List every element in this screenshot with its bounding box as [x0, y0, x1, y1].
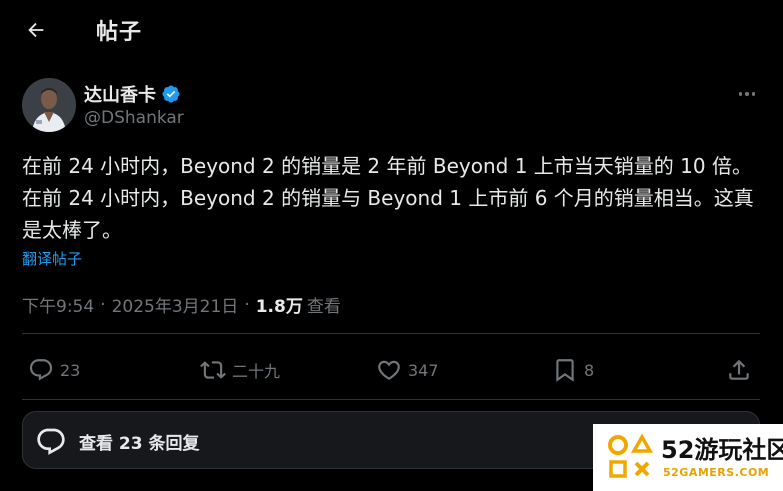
divider: [22, 399, 760, 400]
view-replies-label: 查看 23 条回复: [79, 434, 200, 454]
more-dot-icon: [745, 92, 749, 96]
site-watermark: 52游玩社区 52GAMERS.COM: [593, 424, 783, 491]
views-label: 查看: [306, 297, 341, 317]
author-handle[interactable]: @DShankar: [84, 108, 184, 128]
repost-icon: [200, 361, 226, 379]
watermark-url: 52GAMERS.COM: [663, 466, 770, 479]
translate-post-link[interactable]: 翻译帖子: [22, 248, 82, 269]
avatar[interactable]: [22, 78, 76, 132]
post-meta: 下午9:54 · 2025年3月21日 · 1.8万 查看: [22, 292, 341, 318]
bookmark-button[interactable]: 8: [552, 350, 594, 390]
post-time[interactable]: 下午9:54: [22, 292, 94, 317]
author-name[interactable]: 达山香卡: [84, 81, 181, 107]
arrow-left-icon: [28, 22, 44, 38]
heart-icon: [378, 360, 400, 380]
divider: [22, 333, 760, 334]
more-options-button[interactable]: [732, 84, 762, 104]
bookmark-count: 8: [584, 360, 595, 380]
reply-bubble-icon: [37, 428, 65, 455]
watermark-brand-text: 游玩社区: [694, 436, 783, 464]
top-bar: 帖子: [0, 0, 783, 58]
bookmark-icon: [556, 359, 574, 382]
person-portrait-icon: [22, 78, 76, 132]
meta-separator: ·: [244, 294, 250, 315]
reply-count: 23: [60, 360, 81, 380]
reply-bubble-icon: [29, 359, 53, 381]
back-button[interactable]: [20, 14, 52, 46]
share-button[interactable]: [726, 350, 752, 390]
action-bar: 23 二十九 347 8: [22, 350, 760, 390]
repost-count: 二十九: [232, 362, 281, 381]
verified-badge-icon: [162, 85, 180, 103]
like-count: 347: [408, 360, 439, 380]
page-title: 帖子: [96, 20, 143, 45]
more-dot-icon: [738, 92, 743, 96]
reply-button[interactable]: 23: [28, 350, 80, 390]
gamepad-buttons-logo-icon: [608, 433, 654, 478]
share-icon: [729, 359, 749, 380]
watermark-brand: 52游玩社区: [661, 430, 783, 465]
watermark-brand-number: 52: [661, 436, 695, 464]
meta-separator: ·: [100, 294, 106, 315]
post-date[interactable]: 2025年3月21日: [112, 292, 239, 317]
post-author: 达山香卡 @DShankar: [22, 78, 762, 134]
repost-button[interactable]: 二十九: [200, 350, 280, 390]
author-name-text: 达山香卡: [84, 85, 156, 106]
views-count: 1.8万: [255, 297, 303, 317]
more-dot-icon: [751, 92, 756, 96]
like-button[interactable]: 347: [376, 350, 439, 390]
post-body: 在前 24 小时内，Beyond 2 的销量是 2 年前 Beyond 1 上市…: [22, 154, 754, 242]
